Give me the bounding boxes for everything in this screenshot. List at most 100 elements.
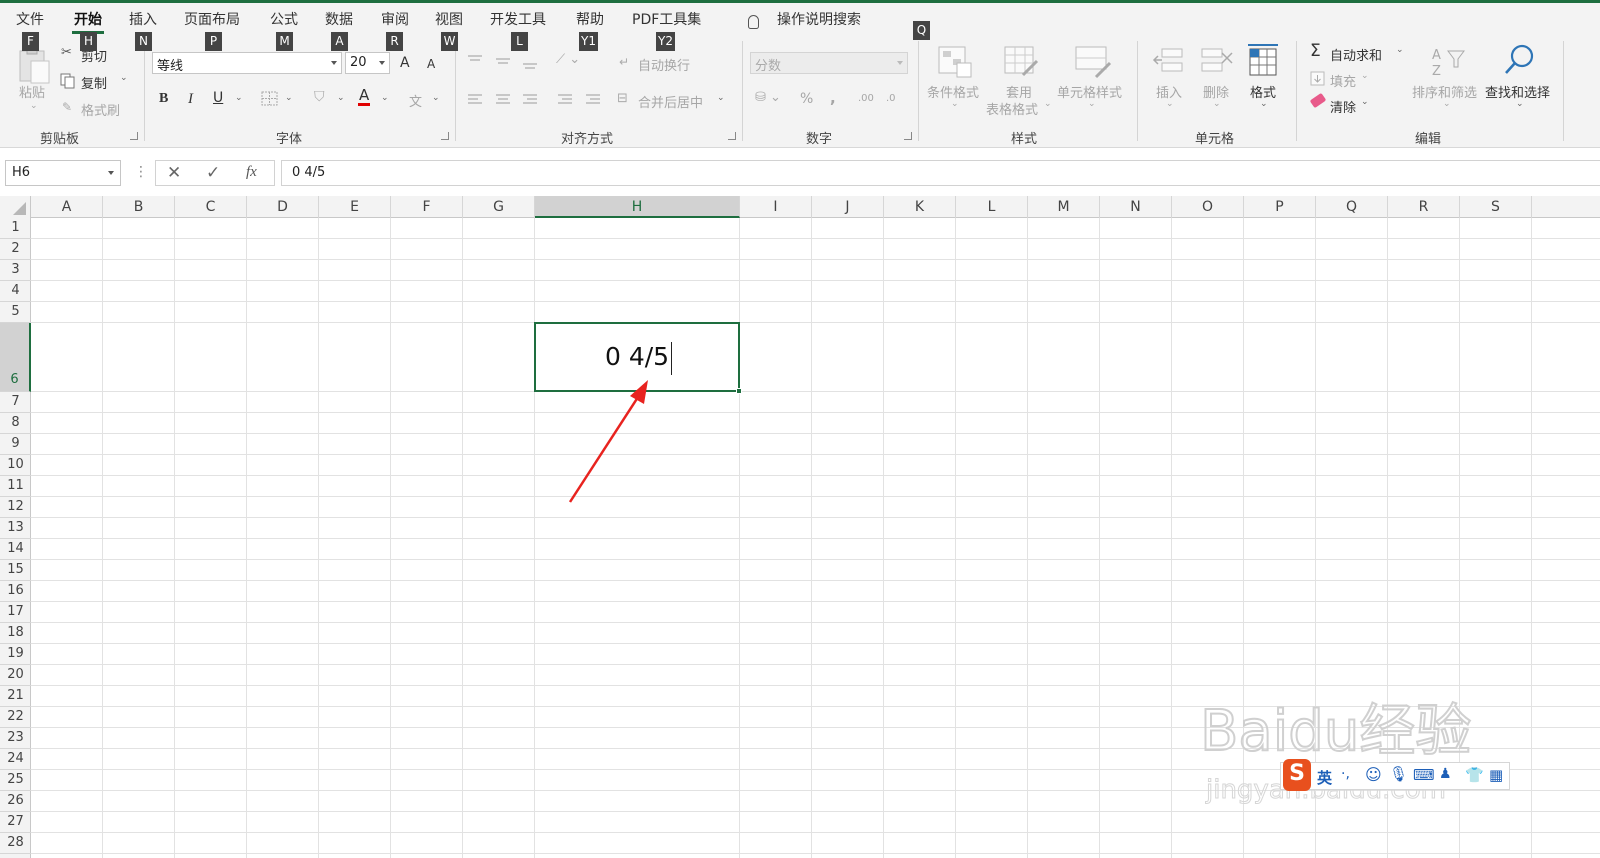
tab-help[interactable]: 帮助 — [576, 9, 604, 29]
format-as-table-label-2[interactable]: 表格格式 — [986, 99, 1038, 118]
row-header-2[interactable]: 2 — [0, 239, 31, 260]
phonetic-dropdown-caret[interactable]: ⌄ — [432, 93, 440, 103]
row-header-19[interactable]: 19 — [0, 644, 31, 665]
row-header-24[interactable]: 24 — [0, 749, 31, 770]
column-header-c[interactable]: C — [175, 196, 247, 218]
row-header-7[interactable]: 7 — [0, 392, 31, 413]
fill-color-dropdown-caret[interactable]: ⌄ — [337, 93, 345, 103]
column-header-q[interactable]: Q — [1316, 196, 1388, 218]
comma-button[interactable]: , — [830, 89, 836, 107]
insert-cells-caret[interactable]: ⌄ — [1166, 99, 1174, 109]
font-size-combo[interactable]: 20 — [345, 52, 390, 74]
column-header-h[interactable]: H — [535, 196, 740, 218]
ime-grid-icon[interactable]: ▦ — [1489, 766, 1503, 784]
select-all-corner[interactable] — [0, 196, 31, 218]
row-header-16[interactable]: 16 — [0, 581, 31, 602]
cell-styles-caret[interactable]: ⌄ — [1088, 99, 1096, 109]
column-header-a[interactable]: A — [31, 196, 103, 218]
row-header-17[interactable]: 17 — [0, 602, 31, 623]
tab-formulas[interactable]: 公式 — [270, 9, 298, 29]
sort-filter-caret[interactable]: ⌄ — [1443, 99, 1451, 109]
column-header-f[interactable]: F — [391, 196, 463, 218]
orientation-icon[interactable]: ⟋ ⌄ — [556, 52, 580, 67]
currency-icon[interactable]: ⛁ ⌄ — [755, 90, 781, 105]
fill-caret[interactable]: ⌄ — [1361, 71, 1369, 81]
row-header-23[interactable]: 23 — [0, 728, 31, 749]
row-header-11[interactable]: 11 — [0, 476, 31, 497]
column-header-o[interactable]: O — [1172, 196, 1244, 218]
font-color-button[interactable]: A — [358, 88, 371, 106]
row-header-3[interactable]: 3 — [0, 260, 31, 281]
font-name-combo[interactable]: 等线 — [152, 52, 342, 74]
tell-me-search[interactable]: 操作说明搜索 — [777, 9, 861, 29]
row-header-28[interactable]: 28 — [0, 833, 31, 854]
ime-keyboard-icon[interactable]: ⌨ — [1413, 766, 1435, 784]
tab-home[interactable]: 开始 — [72, 9, 104, 34]
format-painter-button[interactable]: 格式刷 — [81, 100, 120, 119]
worksheet-grid[interactable]: ABCDEFGHIJKLMNOPQRS 1 2 3 4 5 6 7 8 9 10 11 12 13 14 1… — [0, 196, 1600, 858]
horizontal-align-icons[interactable] — [466, 92, 606, 108]
percent-button[interactable]: % — [800, 91, 813, 107]
italic-button[interactable]: I — [188, 91, 193, 108]
tab-developer[interactable]: 开发工具 — [490, 9, 546, 29]
wrap-text-button[interactable]: 自动换行 — [638, 55, 690, 74]
confirm-entry-icon[interactable]: ✓ — [206, 163, 220, 183]
number-format-combo[interactable]: 分数 — [750, 52, 908, 74]
row-header-1[interactable]: 1 — [0, 218, 31, 239]
font-color-dropdown-caret[interactable]: ⌄ — [381, 93, 389, 103]
column-header-p[interactable]: P — [1244, 196, 1316, 218]
tab-view[interactable]: 视图 — [435, 9, 463, 29]
find-select-caret[interactable]: ⌄ — [1516, 99, 1524, 109]
ime-emoji-icon[interactable]: ☺ — [1365, 765, 1382, 784]
row-header-4[interactable]: 4 — [0, 281, 31, 302]
column-header-l[interactable]: L — [956, 196, 1028, 218]
phonetic-button[interactable]: 文 — [409, 91, 422, 110]
merge-center-dropdown-caret[interactable]: ⌄ — [717, 93, 725, 103]
number-launcher-icon[interactable] — [904, 132, 912, 140]
tab-data[interactable]: 数据 — [325, 9, 353, 29]
ime-punct-icon[interactable]: ·, — [1341, 766, 1350, 782]
formula-input[interactable]: 0 4/5 — [281, 160, 1600, 186]
row-header-18[interactable]: 18 — [0, 623, 31, 644]
tab-file[interactable]: 文件 — [16, 9, 44, 29]
merge-center-button[interactable]: 合并后居中 — [638, 92, 703, 111]
paste-button[interactable]: 粘贴 — [19, 82, 45, 101]
autosum-caret[interactable]: ⌄ — [1396, 45, 1404, 55]
vertical-align-icons[interactable] — [466, 53, 546, 71]
clipboard-launcher-icon[interactable] — [130, 132, 138, 140]
row-header-15[interactable]: 15 — [0, 560, 31, 581]
column-header-e[interactable]: E — [319, 196, 391, 218]
copy-button[interactable]: 复制 — [81, 73, 107, 92]
font-launcher-icon[interactable] — [441, 132, 449, 140]
underline-dropdown-caret[interactable]: ⌄ — [235, 93, 243, 103]
column-header-n[interactable]: N — [1100, 196, 1172, 218]
row-header-12[interactable]: 12 — [0, 497, 31, 518]
cancel-entry-icon[interactable]: ✕ — [167, 163, 181, 183]
row-header-5[interactable]: 5 — [0, 302, 31, 323]
paste-dropdown-caret[interactable]: ⌄ — [30, 101, 38, 111]
alignment-launcher-icon[interactable] — [728, 132, 736, 140]
column-header-m[interactable]: M — [1028, 196, 1100, 218]
fill-color-icon[interactable]: ⛉ — [314, 89, 325, 105]
conditional-format-caret[interactable]: ⌄ — [951, 99, 959, 109]
copy-dropdown-caret[interactable]: ⌄ — [120, 73, 128, 83]
column-header-i[interactable]: I — [740, 196, 812, 218]
grow-font-button[interactable]: A — [400, 55, 410, 71]
tab-review[interactable]: 审阅 — [381, 9, 409, 29]
shrink-font-button[interactable]: A — [427, 57, 435, 71]
row-header-6[interactable]: 6 — [0, 323, 31, 392]
name-box[interactable]: H6 — [5, 160, 121, 186]
column-header-g[interactable]: G — [463, 196, 535, 218]
column-header-j[interactable]: J — [812, 196, 884, 218]
row-header-27[interactable]: 27 — [0, 812, 31, 833]
column-header-r[interactable]: R — [1388, 196, 1460, 218]
increase-decimal-button[interactable]: .00 — [858, 93, 874, 104]
tab-pdf-tools[interactable]: PDF工具集 — [632, 9, 701, 29]
row-header-8[interactable]: 8 — [0, 413, 31, 434]
borders-icon[interactable] — [261, 91, 279, 107]
row-header-26[interactable]: 26 — [0, 791, 31, 812]
ime-user-icon[interactable]: ♟ — [1439, 766, 1452, 782]
row-header-22[interactable]: 22 — [0, 707, 31, 728]
ime-skin-icon[interactable]: 👕 — [1465, 766, 1484, 784]
autosum-button[interactable]: 自动求和 — [1330, 45, 1382, 64]
